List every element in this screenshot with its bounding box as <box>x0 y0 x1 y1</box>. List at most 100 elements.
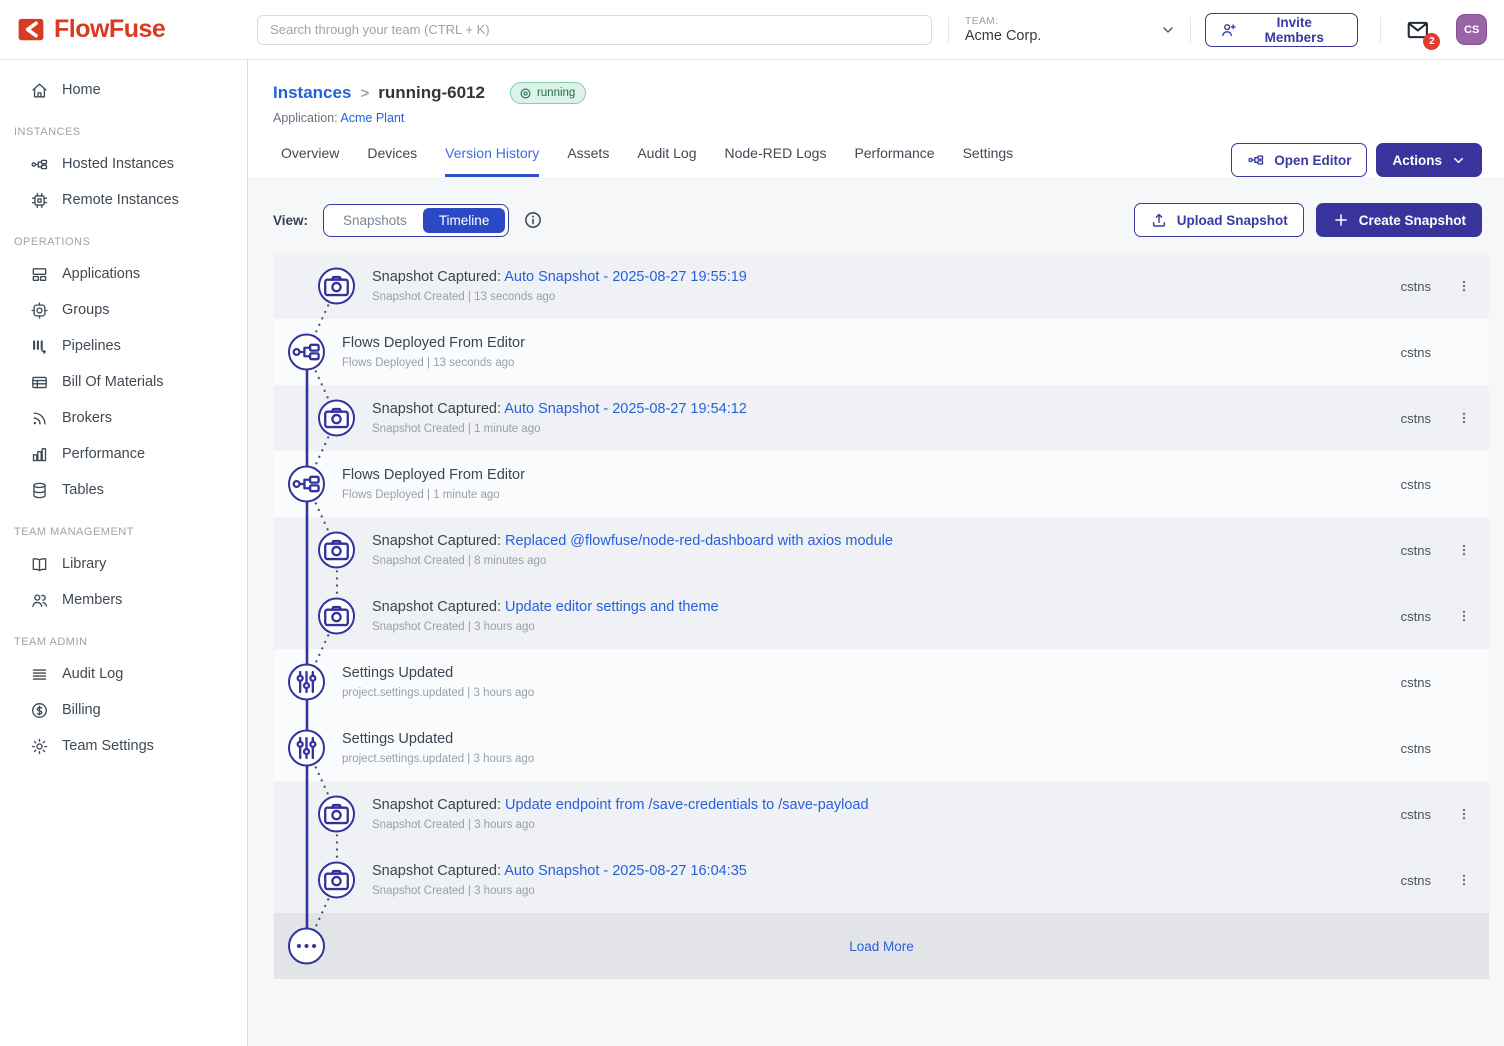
tab-assets[interactable]: Assets <box>567 145 609 177</box>
sidebar-item-hosted-instances[interactable]: Hosted Instances <box>0 146 247 182</box>
timeline-row: Flows Deployed From EditorFlows Deployed… <box>274 319 1489 385</box>
sidebar-item-bill-of-materials[interactable]: Bill Of Materials <box>0 364 247 400</box>
sidebar-item-library[interactable]: Library <box>0 546 247 582</box>
snapshot-title-prefix: Snapshot Captured: <box>372 533 505 549</box>
timeline-row-meta: Flows Deployed | 13 seconds ago <box>342 357 525 369</box>
actions-button[interactable]: Actions <box>1376 143 1482 177</box>
sidebar-item-label: Audit Log <box>62 666 123 682</box>
timeline-row-meta: Flows Deployed | 1 minute ago <box>342 489 525 501</box>
kebab-menu-icon[interactable] <box>1455 605 1473 627</box>
audit-icon <box>30 665 49 684</box>
snapshot-title-prefix: Snapshot Captured: <box>372 599 505 615</box>
sidebar-item-applications[interactable]: Applications <box>0 256 247 292</box>
target-icon <box>519 87 532 100</box>
notifications-button[interactable]: 2 <box>1403 17 1433 43</box>
kebab-menu-icon[interactable] <box>1455 539 1473 561</box>
row-user: cstns <box>1401 609 1431 624</box>
sidebar-section-label: TEAM MANAGEMENT <box>14 526 247 538</box>
tab-version-history[interactable]: Version History <box>445 145 539 177</box>
sidebar-item-brokers[interactable]: Brokers <box>0 400 247 436</box>
timeline-row-title: Snapshot Captured: Replaced @flowfuse/no… <box>372 533 893 549</box>
sidebar-item-team-settings[interactable]: Team Settings <box>0 728 247 764</box>
toggle-snapshots[interactable]: Snapshots <box>327 208 423 233</box>
breadcrumb-instances-link[interactable]: Instances <box>273 83 351 103</box>
timeline-row-meta: Snapshot Created | 1 minute ago <box>372 423 747 435</box>
main-content: Instances > running-6012 running Applica… <box>248 60 1504 1046</box>
timeline-row-meta: Snapshot Created | 13 seconds ago <box>372 291 747 303</box>
row-user: cstns <box>1401 807 1431 822</box>
timeline-list: Snapshot Captured: Auto Snapshot - 2025-… <box>274 253 1489 979</box>
info-icon[interactable] <box>523 210 543 230</box>
avatar[interactable]: CS <box>1456 14 1487 45</box>
snapshot-title-prefix: Snapshot Captured: <box>372 797 505 813</box>
row-user: cstns <box>1401 675 1431 690</box>
toggle-timeline[interactable]: Timeline <box>423 208 506 233</box>
upload-snapshot-button[interactable]: Upload Snapshot <box>1134 203 1304 237</box>
sidebar-item-performance[interactable]: Performance <box>0 436 247 472</box>
kebab-menu-icon[interactable] <box>1455 869 1473 891</box>
snapshot-link[interactable]: Replaced @flowfuse/node-red-dashboard wi… <box>505 533 893 549</box>
tab-node-red-logs[interactable]: Node-RED Logs <box>725 145 827 177</box>
snapshot-link[interactable]: Update editor settings and theme <box>505 599 719 615</box>
sidebar-item-pipelines[interactable]: Pipelines <box>0 328 247 364</box>
tab-overview[interactable]: Overview <box>281 145 339 177</box>
chart-icon <box>30 445 49 464</box>
row-user: cstns <box>1401 477 1431 492</box>
application-link[interactable]: Acme Plant <box>340 111 404 125</box>
timeline-row: Snapshot Captured: Replaced @flowfuse/no… <box>274 517 1489 583</box>
status-badge: running <box>510 82 586 104</box>
search-input[interactable] <box>257 15 932 45</box>
notification-badge: 2 <box>1423 33 1440 50</box>
broadcast-icon <box>30 409 49 428</box>
sidebar-section-label: INSTANCES <box>14 126 247 138</box>
sliders-icon <box>288 664 325 701</box>
snapshot-link[interactable]: Auto Snapshot - 2025-08-27 16:04:35 <box>504 863 747 879</box>
camera-icon <box>318 400 355 437</box>
row-user: cstns <box>1401 279 1431 294</box>
bom-icon <box>30 373 49 392</box>
sidebar-item-label: Team Settings <box>62 738 154 754</box>
row-user: cstns <box>1401 543 1431 558</box>
snapshot-link[interactable]: Auto Snapshot - 2025-08-27 19:55:19 <box>504 269 747 285</box>
load-more-row: Load More <box>274 913 1489 979</box>
node-editor-icon <box>1247 151 1265 169</box>
instances-icon <box>30 155 49 174</box>
sidebar-item-tables[interactable]: Tables <box>0 472 247 508</box>
page-header: Instances > running-6012 running Applica… <box>248 60 1504 177</box>
sidebar-item-audit-log[interactable]: Audit Log <box>0 656 247 692</box>
invite-members-button[interactable]: Invite Members <box>1205 13 1358 47</box>
snapshot-link[interactable]: Auto Snapshot - 2025-08-27 19:54:12 <box>504 401 747 417</box>
sidebar-nav: Home INSTANCES Hosted InstancesRemote Inst… <box>0 60 248 1046</box>
timeline-row-title: Snapshot Captured: Auto Snapshot - 2025-… <box>372 269 747 285</box>
tab-audit-log[interactable]: Audit Log <box>637 145 696 177</box>
sidebar-item-home[interactable]: Home <box>0 72 247 108</box>
tab-settings[interactable]: Settings <box>963 145 1014 177</box>
instances-icon <box>288 466 325 503</box>
row-user: cstns <box>1401 741 1431 756</box>
sidebar-item-label: Pipelines <box>62 338 121 354</box>
kebab-menu-icon[interactable] <box>1455 275 1473 297</box>
snapshot-link[interactable]: Update endpoint from /save-credentials t… <box>505 797 869 813</box>
snapshot-title-prefix: Snapshot Captured: <box>372 269 504 285</box>
timeline-row: Settings Updatedproject.settings.updated… <box>274 715 1489 781</box>
sidebar-item-members[interactable]: Members <box>0 582 247 618</box>
kebab-menu-icon[interactable] <box>1455 803 1473 825</box>
tab-devices[interactable]: Devices <box>367 145 417 177</box>
sidebar-item-billing[interactable]: Billing <box>0 692 247 728</box>
chevron-down-icon <box>1451 153 1466 168</box>
header-divider <box>1190 17 1191 43</box>
flowfuse-logo[interactable]: FlowFuse <box>16 15 245 44</box>
create-snapshot-button[interactable]: Create Snapshot <box>1316 203 1482 237</box>
camera-icon <box>318 598 355 635</box>
kebab-menu-icon[interactable] <box>1455 407 1473 429</box>
tab-performance[interactable]: Performance <box>854 145 934 177</box>
row-user: cstns <box>1401 345 1431 360</box>
sidebar-item-remote-instances[interactable]: Remote Instances <box>0 182 247 218</box>
load-more-link[interactable]: Load More <box>274 939 1489 954</box>
sidebar-item-label: Bill Of Materials <box>62 374 164 390</box>
open-editor-button[interactable]: Open Editor <box>1231 143 1367 177</box>
team-selector[interactable]: TEAM: Acme Corp. <box>965 15 1190 44</box>
sidebar-item-groups[interactable]: Groups <box>0 292 247 328</box>
sidebar-item-label: Members <box>62 592 122 608</box>
actions-label: Actions <box>1392 153 1442 168</box>
